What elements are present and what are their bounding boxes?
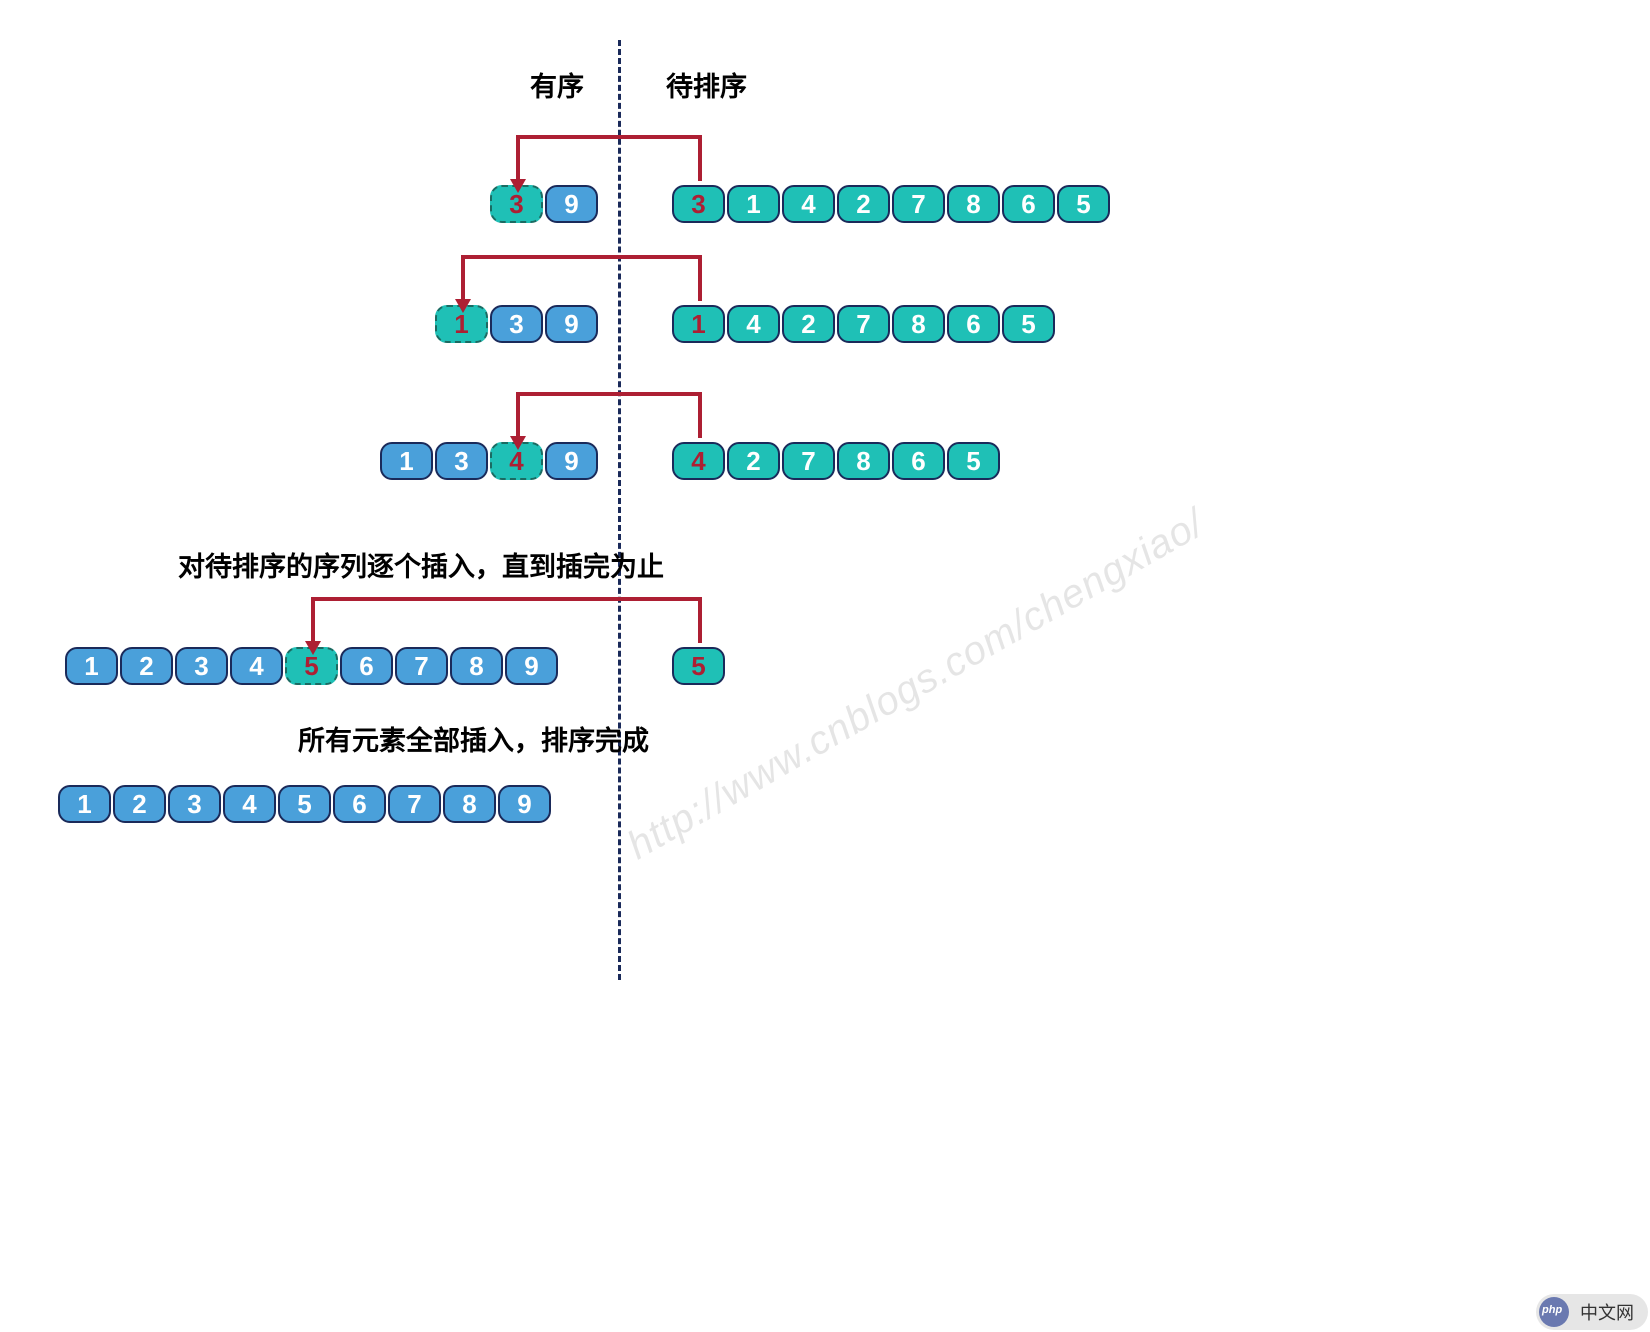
final-cell: 6 [333, 785, 386, 823]
caption-mid: 对待排序的序列逐个插入，直到插完为止 [178, 545, 664, 584]
left-cell: 1 [380, 442, 433, 480]
final-cell: 2 [113, 785, 166, 823]
right-cells-row-3: 5 [672, 647, 725, 685]
left-cell: 9 [545, 305, 598, 343]
right-cell: 4 [672, 442, 725, 480]
right-cell: 8 [892, 305, 945, 343]
right-cell: 4 [727, 305, 780, 343]
left-cell: 6 [340, 647, 393, 685]
right-cell: 5 [1057, 185, 1110, 223]
left-cell: 9 [505, 647, 558, 685]
right-cell: 2 [837, 185, 890, 223]
right-cell: 8 [837, 442, 890, 480]
left-cell: 1 [65, 647, 118, 685]
right-cell: 2 [727, 442, 780, 480]
final-cell: 3 [168, 785, 221, 823]
left-cell: 9 [545, 185, 598, 223]
left-cell: 8 [450, 647, 503, 685]
logo-prefix: php [1542, 1304, 1562, 1316]
right-cell: 5 [947, 442, 1000, 480]
right-cell: 7 [892, 185, 945, 223]
right-cell: 5 [1002, 305, 1055, 343]
right-cells-row-1: 1427865 [672, 305, 1055, 343]
final-cell: 1 [58, 785, 111, 823]
right-cell: 6 [947, 305, 1000, 343]
left-cell: 3 [490, 305, 543, 343]
watermark-url: http://www.cnblogs.com/chengxiao/ [620, 501, 1212, 869]
right-cell: 1 [727, 185, 780, 223]
final-cell: 9 [498, 785, 551, 823]
right-cell: 7 [837, 305, 890, 343]
header-sorted: 有序 [530, 65, 584, 104]
left-cells-row-2: 1349 [380, 442, 598, 480]
left-cell: 9 [545, 442, 598, 480]
final-cell: 4 [223, 785, 276, 823]
final-cell: 5 [278, 785, 331, 823]
right-cell: 4 [782, 185, 835, 223]
right-cell: 6 [1002, 185, 1055, 223]
left-cell: 2 [120, 647, 173, 685]
vertical-divider [618, 40, 621, 980]
left-cell: 7 [395, 647, 448, 685]
final-cell: 8 [443, 785, 496, 823]
right-cell: 6 [892, 442, 945, 480]
right-cell: 1 [672, 305, 725, 343]
caption-done: 所有元素全部插入，排序完成 [298, 719, 649, 758]
header-unsorted: 待排序 [666, 65, 747, 104]
left-cell: 4 [230, 647, 283, 685]
right-cell: 3 [672, 185, 725, 223]
left-cells-row-0: 39 [490, 185, 598, 223]
final-cells-row-0: 123456789 [58, 785, 551, 823]
right-cell: 5 [672, 647, 725, 685]
final-cell: 7 [388, 785, 441, 823]
logo-text: 中文网 [1580, 1299, 1634, 1325]
right-cell: 2 [782, 305, 835, 343]
left-cell: 3 [435, 442, 488, 480]
right-cell: 8 [947, 185, 1000, 223]
right-cells-row-0: 31427865 [672, 185, 1110, 223]
site-logo-badge: php 中文网 [1536, 1294, 1648, 1330]
right-cell: 7 [782, 442, 835, 480]
left-cell: 3 [175, 647, 228, 685]
right-cells-row-2: 427865 [672, 442, 1000, 480]
